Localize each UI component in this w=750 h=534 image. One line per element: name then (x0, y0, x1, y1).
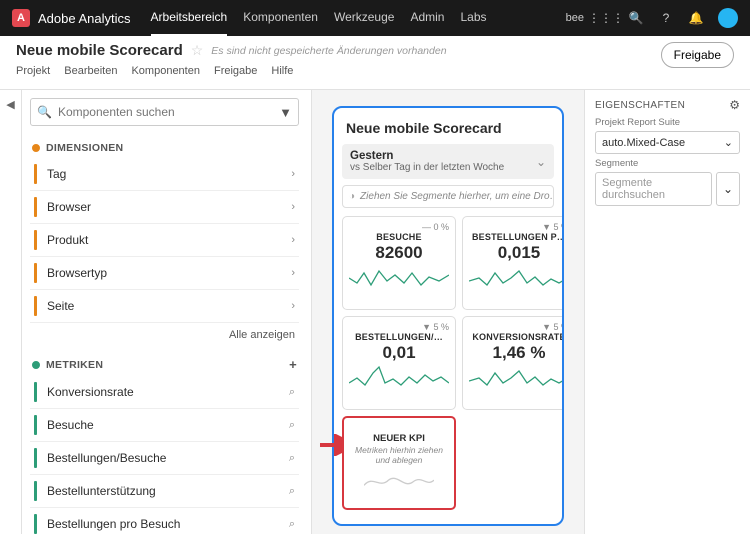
segment-search[interactable]: Segmente durchsuchen (595, 172, 712, 206)
unsaved-label: Es sind nicht gespeicherte Änderungen vo… (211, 45, 446, 57)
app-title: Adobe Analytics (38, 11, 131, 26)
metric-item[interactable]: Bestellunterstützung⌕ (30, 475, 299, 508)
segments-label: Segmente (595, 158, 740, 169)
adobe-logo: A (12, 9, 30, 27)
menu-hilfe[interactable]: Hilfe (271, 65, 293, 77)
workspace-toolbar: Neue mobile Scorecard ☆ Es sind nicht ge… (0, 36, 750, 90)
metric-item[interactable]: Bestellungen/Besuche⌕ (30, 442, 299, 475)
kpi-tile[interactable]: ▼ 5 % BESTELLUNGEN/… 0,01 (342, 316, 456, 410)
scorecard-canvas: Neue mobile Scorecard Gestern vs Selber … (312, 90, 584, 534)
metric-item[interactable]: Konversionsrate⌕ (30, 376, 299, 409)
segment-drop-zone[interactable]: Ziehen Sie Segmente hierher, um eine Dro… (342, 185, 554, 208)
properties-header: EIGENSCHAFTEN (595, 100, 740, 111)
chevron-down-icon: ⌄ (536, 155, 546, 169)
kpi-tile[interactable]: — 0 % BESUCHE 82600 (342, 216, 456, 310)
kpi-tile[interactable]: ▼ 5 % KONVERSIONSRATE 1,46 % (462, 316, 564, 410)
chevron-right-icon: › (291, 168, 295, 180)
tab-werkzeuge[interactable]: Werkzeuge (334, 0, 394, 36)
menu-freigabe[interactable]: Freigabe (214, 65, 257, 77)
metric-item[interactable]: Besuche⌕ (30, 409, 299, 442)
dimension-item[interactable]: Produkt› (30, 224, 299, 257)
help-icon[interactable]: ? (658, 10, 674, 26)
chevron-down-icon: ⌄ (724, 136, 733, 149)
properties-panel: ⚙ EIGENSCHAFTEN Projekt Report Suite aut… (584, 90, 750, 534)
global-nav: A Adobe Analytics Arbeitsbereich Kompone… (0, 0, 750, 36)
dimension-item[interactable]: Browser› (30, 191, 299, 224)
scorecard-preview: Neue mobile Scorecard Gestern vs Selber … (332, 106, 564, 526)
chevron-right-icon: › (291, 234, 295, 246)
search-input[interactable] (56, 103, 279, 121)
user-name: bee (566, 12, 584, 24)
metrics-dot-icon (32, 361, 40, 369)
menu-bearbeiten[interactable]: Bearbeiten (64, 65, 117, 77)
filter-icon[interactable]: ▼ (279, 105, 292, 120)
tab-arbeitsbereich[interactable]: Arbeitsbereich (151, 0, 228, 36)
share-button[interactable]: Freigabe (661, 42, 734, 68)
apps-icon[interactable]: ⋮⋮⋮ (598, 10, 614, 26)
chevron-down-icon: ⌄ (723, 182, 733, 196)
metrics-header[interactable]: METRIKEN + (30, 351, 299, 376)
dimensions-dot-icon (32, 144, 40, 152)
chevron-right-icon: › (291, 201, 295, 213)
gear-icon[interactable]: ⚙ (729, 98, 740, 112)
new-kpi-drop-tile[interactable]: NEUER KPI Metriken hierhin ziehen und ab… (342, 416, 456, 510)
project-menu: Projekt Bearbeiten Komponenten Freigabe … (16, 65, 447, 77)
segment-dropdown-button[interactable]: ⌄ (716, 172, 740, 206)
report-suite-select[interactable]: auto.Mixed-Case ⌄ (595, 131, 740, 154)
sparkline-icon (469, 363, 564, 393)
bell-icon[interactable]: 🔔 (688, 10, 704, 26)
chevron-right-icon: › (291, 300, 295, 312)
tab-labs[interactable]: Labs (460, 0, 486, 36)
report-suite-label: Projekt Report Suite (595, 117, 740, 128)
show-all-dimensions[interactable]: Alle anzeigen (30, 323, 299, 351)
sparkline-placeholder-icon (364, 469, 434, 493)
search-icon[interactable]: 🔍 (628, 10, 644, 26)
dimension-item[interactable]: Browsertyp› (30, 257, 299, 290)
tab-admin[interactable]: Admin (410, 0, 444, 36)
menu-komponenten[interactable]: Komponenten (131, 65, 200, 77)
sparkline-icon (349, 363, 449, 393)
page-title: Neue mobile Scorecard (16, 42, 183, 59)
favorite-star-icon[interactable]: ☆ (191, 42, 204, 59)
metric-item[interactable]: Bestellungen pro Besuch⌕ (30, 508, 299, 534)
left-rail: ◀ (0, 90, 22, 534)
date-range-card[interactable]: Gestern vs Selber Tag in der letzten Woc… (342, 144, 554, 179)
add-metric-icon[interactable]: + (289, 357, 297, 372)
components-panel: 🔍 ▼ DIMENSIONEN Tag› Browser› Produkt› B… (22, 90, 312, 534)
sparkline-icon (469, 263, 564, 293)
kpi-tile[interactable]: ▼ 5 % BESTELLUNGEN P… 0,015 (462, 216, 564, 310)
dimension-item[interactable]: Seite› (30, 290, 299, 323)
rail-toggle-icon[interactable]: ◀ (0, 98, 21, 111)
dimensions-header[interactable]: DIMENSIONEN (30, 136, 299, 158)
search-icon: 🔍 (37, 105, 52, 119)
chevron-right-icon: › (291, 267, 295, 279)
tab-komponenten[interactable]: Komponenten (243, 0, 318, 36)
component-search[interactable]: 🔍 ▼ (30, 98, 299, 126)
avatar[interactable] (718, 8, 738, 28)
menu-projekt[interactable]: Projekt (16, 65, 50, 77)
sparkline-icon (349, 263, 449, 293)
scorecard-title: Neue mobile Scorecard (342, 118, 554, 144)
dimension-item[interactable]: Tag› (30, 158, 299, 191)
nav-tabs: Arbeitsbereich Komponenten Werkzeuge Adm… (151, 0, 566, 36)
